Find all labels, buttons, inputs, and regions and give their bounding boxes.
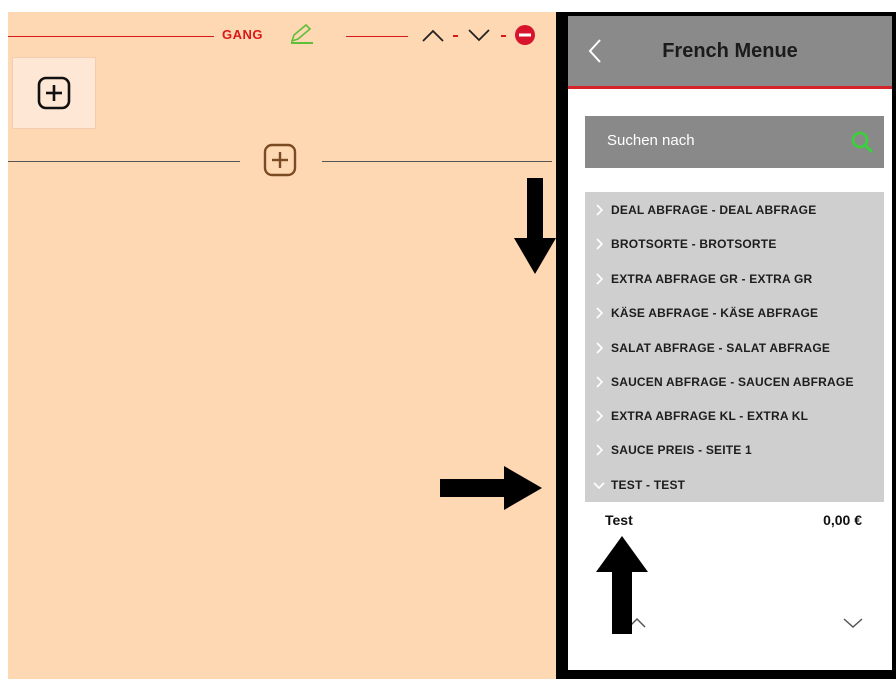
annotation-arrow-right: [440, 464, 544, 519]
product-row[interactable]: Test 0,00 €: [605, 512, 862, 528]
list-item-label: SAUCE PREIS - SEITE 1: [611, 442, 752, 457]
menu-title: French Menue: [662, 40, 798, 62]
add-course-button[interactable]: [262, 142, 298, 178]
list-item[interactable]: SALAT ABFRAGE - SALAT ABFRAGE: [585, 330, 884, 365]
search-placeholder: Suchen nach: [607, 132, 695, 149]
search-icon[interactable]: [850, 130, 874, 159]
product-name: Test: [605, 512, 633, 528]
annotation-arrow-up: [594, 534, 650, 639]
annotation-arrow-down: [512, 178, 560, 283]
chevron-right-icon: [587, 203, 611, 216]
product-price: 0,00 €: [823, 512, 862, 528]
course-label: GANG: [222, 27, 263, 42]
list-item[interactable]: EXTRA ABFRAGE GR - EXTRA GR: [585, 261, 884, 296]
chevron-down-icon: [587, 481, 611, 489]
chevron-up-icon[interactable]: [418, 24, 448, 46]
chevron-right-icon: [587, 237, 611, 250]
add-item-icon: [37, 76, 71, 110]
add-course-icon: [263, 143, 297, 177]
list-item-label: TEST - TEST: [611, 477, 686, 492]
list-item[interactable]: BROTSORTE - BROTSORTE: [585, 226, 884, 261]
list-item-label: EXTRA ABFRAGE GR - EXTRA GR: [611, 271, 813, 286]
divider-line: [322, 161, 552, 162]
category-list: DEAL ABFRAGE - DEAL ABFRAGE BROTSORTE - …: [585, 192, 884, 502]
list-item-label: SALAT ABFRAGE - SALAT ABFRAGE: [611, 340, 831, 355]
chevron-right-icon: [587, 375, 611, 388]
chevron-right-icon: [587, 272, 611, 285]
list-item[interactable]: SAUCE PREIS - SEITE 1: [585, 432, 884, 467]
divider-line: [8, 36, 214, 37]
list-item-label: KÄSE ABFRAGE - KÄSE ABFRAGE: [611, 305, 819, 320]
chevron-right-icon: [587, 409, 611, 422]
list-item-label: EXTRA ABFRAGE KL - EXTRA KL: [611, 408, 809, 423]
list-item-label: DEAL ABFRAGE - DEAL ABFRAGE: [611, 202, 817, 217]
menu-header: French Menue: [568, 16, 892, 89]
list-item-expanded[interactable]: TEST - TEST: [585, 467, 884, 502]
chevron-right-icon: [587, 341, 611, 354]
chevron-down-icon[interactable]: [840, 614, 866, 632]
chevron-right-icon: [587, 306, 611, 319]
divider-line: [8, 161, 240, 162]
separator-dash: [448, 30, 462, 42]
add-item-button[interactable]: [12, 57, 96, 129]
list-item[interactable]: SAUCEN ABFRAGE - SAUCEN ABFRAGE: [585, 364, 884, 399]
divider-line: [346, 36, 408, 37]
list-item[interactable]: KÄSE ABFRAGE - KÄSE ABFRAGE: [585, 295, 884, 330]
chevron-right-icon: [587, 443, 611, 456]
separator-dash: [496, 30, 510, 42]
list-item-label: SAUCEN ABFRAGE - SAUCEN ABFRAGE: [611, 374, 854, 389]
list-item[interactable]: DEAL ABFRAGE - DEAL ABFRAGE: [585, 192, 884, 227]
list-item-label: BROTSORTE - BROTSORTE: [611, 236, 777, 251]
list-item[interactable]: EXTRA ABFRAGE KL - EXTRA KL: [585, 398, 884, 433]
chevron-down-icon[interactable]: [464, 24, 494, 46]
remove-icon[interactable]: [512, 22, 538, 48]
search-field[interactable]: Suchen nach: [585, 116, 884, 168]
edit-icon[interactable]: [286, 22, 318, 46]
